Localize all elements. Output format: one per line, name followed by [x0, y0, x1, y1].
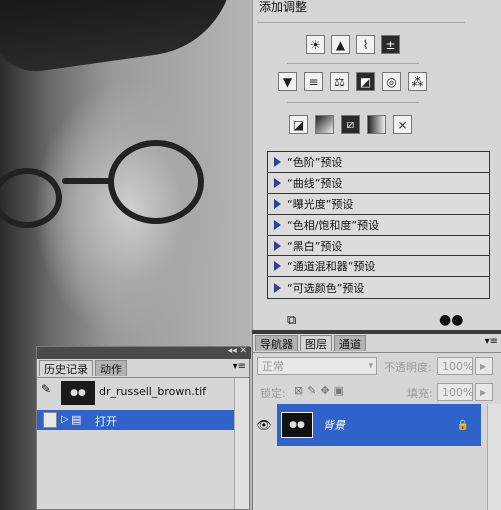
panel-menu-icon[interactable]: ▾≡: [485, 336, 498, 347]
photo-glasses-bridge: [62, 178, 112, 184]
hue-saturation-icon[interactable]: ≡: [304, 72, 323, 91]
history-tabs: 历史记录 动作: [39, 360, 127, 376]
snapshot-name[interactable]: dr_russell_brown.tif: [99, 385, 206, 398]
opacity-slider-toggle[interactable]: ▶: [475, 357, 493, 375]
tab-history[interactable]: 历史记录: [39, 360, 93, 376]
preset-channel-mixer[interactable]: “通道混和器”预设: [268, 256, 489, 278]
separator: [257, 22, 465, 23]
separator: [253, 352, 501, 353]
expand-triangle-icon: [274, 198, 281, 209]
preset-black-white[interactable]: “黑白”预设: [268, 236, 489, 257]
separator: [287, 63, 419, 64]
photo-cap: [0, 0, 246, 77]
separator: [37, 377, 249, 378]
layer-name: 背景: [323, 419, 345, 432]
curves-icon[interactable]: ⌇: [356, 35, 375, 54]
exposure-icon[interactable]: ±: [381, 35, 400, 54]
tab-navigator[interactable]: 导航器: [255, 335, 298, 351]
preset-exposure[interactable]: “曝光度”预设: [268, 194, 489, 215]
black-white-icon[interactable]: ◩: [356, 72, 375, 91]
history-scrollbar[interactable]: [234, 378, 249, 509]
layers-panel: 导航器 图层 通道 ▾≡ 正常 ▾ 不透明度: 100% ▶ 锁定: ⊠ ✎ ✥…: [252, 334, 501, 510]
invert-icon[interactable]: ◪: [289, 115, 308, 134]
expand-triangle-icon: [274, 282, 281, 293]
fill-label: 填充:: [407, 387, 433, 400]
selective-color-icon[interactable]: ⨯: [393, 115, 412, 134]
gradient-map-icon[interactable]: [367, 115, 386, 134]
tab-actions[interactable]: 动作: [95, 360, 127, 376]
expand-triangle-icon: [274, 177, 281, 188]
document-icon: ▤: [71, 413, 82, 426]
history-panel-header: ◂◂ ✕: [37, 346, 251, 359]
photo-glasses-right: [108, 140, 204, 224]
panel-menu-icon[interactable]: ▾≡: [233, 361, 246, 372]
presets-list: “色阶”预设 “曲线”预设 “曝光度”预设 “色相/饱和度”预设 “黑白”预设 …: [267, 151, 490, 300]
adjustments-title: 添加调整: [259, 0, 308, 14]
brightness-contrast-icon[interactable]: ☀: [306, 35, 325, 54]
visibility-eye-icon[interactable]: 👁: [253, 404, 275, 446]
clip-to-layer-icon[interactable]: ⧉: [287, 313, 296, 328]
history-panel: ◂◂ ✕ 历史记录 动作 ▾≡ ✎ ●● dr_russell_brown.ti…: [36, 346, 251, 510]
channel-mixer-icon[interactable]: ⁂: [408, 72, 427, 91]
preset-hue-saturation[interactable]: “色相/饱和度”预设: [268, 215, 489, 236]
chevron-down-icon: ▾: [368, 361, 373, 371]
layers-scrollbar[interactable]: [487, 404, 501, 510]
expand-triangle-icon: [274, 240, 281, 251]
adjustment-icons-row-2: ▼ ≡ ⚖ ◩ ◎ ⁂: [278, 72, 427, 91]
adjustment-icons-row-3: ◪ ⧄ ⨯: [289, 115, 412, 134]
lock-icon: 🔒: [456, 419, 469, 431]
tab-channels[interactable]: 通道: [334, 335, 366, 351]
collapse-panel-icon[interactable]: ◂◂ ✕: [228, 346, 247, 356]
expand-triangle-icon: [274, 219, 281, 230]
posterize-icon[interactable]: [315, 115, 334, 134]
history-brush-checkbox[interactable]: [43, 412, 57, 428]
snapshot-thumbnail: ●●: [61, 381, 95, 405]
levels-icon[interactable]: ▲: [331, 35, 350, 54]
history-state-arrow-icon: ▷: [61, 414, 69, 425]
lock-image-icon[interactable]: ✎: [307, 384, 316, 397]
lock-position-icon[interactable]: ✥: [320, 384, 329, 397]
history-state-open[interactable]: ▷ ▤ 打开: [37, 410, 234, 430]
photo-glasses-left: [0, 168, 62, 228]
lock-transparent-icon[interactable]: ⊠: [294, 384, 303, 397]
lock-label: 锁定:: [260, 387, 286, 400]
history-state-label: 打开: [95, 415, 117, 428]
photo-filter-icon[interactable]: ◎: [382, 72, 401, 91]
expand-triangle-icon: [274, 261, 281, 272]
adjustment-icons-row-1: ☀ ▲ ⌇ ±: [306, 35, 400, 54]
separator: [287, 102, 419, 103]
lock-all-icon[interactable]: ▣: [334, 384, 344, 397]
blend-mode-select[interactable]: 正常 ▾: [257, 357, 377, 375]
preset-selective-color[interactable]: “可选颜色”预设: [268, 277, 489, 298]
preset-levels[interactable]: “色阶”预设: [268, 152, 489, 173]
vibrance-icon[interactable]: ▼: [278, 72, 297, 91]
threshold-icon[interactable]: ⧄: [341, 115, 360, 134]
layer-row-background[interactable]: ●● 背景 🔒: [277, 404, 481, 446]
color-balance-icon[interactable]: ⚖: [330, 72, 349, 91]
adjustments-panel: 添加调整 ☀ ▲ ⌇ ± ▼ ≡ ⚖ ◩ ◎ ⁂ ◪ ⧄ ⨯ “色阶”预设 “曲…: [252, 0, 501, 330]
opacity-input[interactable]: 100%: [437, 357, 473, 375]
fill-input[interactable]: 100%: [437, 383, 473, 401]
preset-curves[interactable]: “曲线”预设: [268, 173, 489, 194]
expand-triangle-icon: [274, 156, 281, 167]
panel-options-icon[interactable]: ●●: [439, 312, 463, 328]
fill-slider-toggle[interactable]: ▶: [475, 383, 493, 401]
layer-thumbnail: ●●: [281, 412, 313, 438]
history-brush-source-icon[interactable]: ✎: [41, 382, 51, 396]
lock-icons: ⊠ ✎ ✥ ▣: [294, 384, 344, 397]
layers-tabs: 导航器 图层 通道: [255, 335, 366, 351]
tab-layers[interactable]: 图层: [300, 335, 332, 351]
opacity-label: 不透明度:: [384, 361, 432, 374]
